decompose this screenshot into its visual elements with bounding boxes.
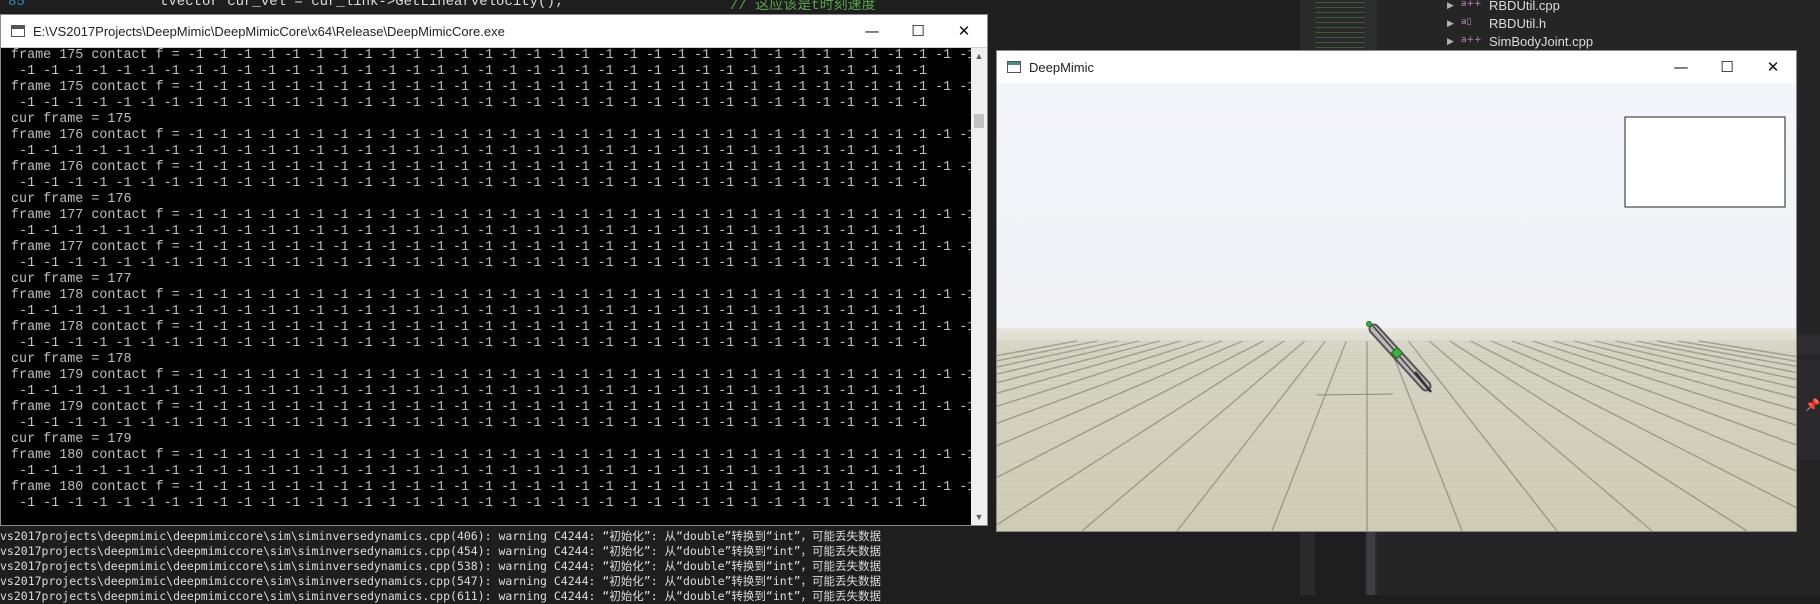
pin-icon[interactable]: 📌: [1805, 398, 1820, 412]
console-line: -1 -1 -1 -1 -1 -1 -1 -1 -1 -1 -1 -1 -1 -…: [11, 464, 928, 479]
console-line: cur frame = 177: [11, 272, 132, 287]
console-line: frame 175 contact f = -1 -1 -1 -1 -1 -1 …: [11, 48, 976, 63]
cpp-file-icon: a++: [1461, 0, 1482, 9]
deepmimic-app-icon: [1007, 61, 1021, 73]
minimap-inset: [1624, 116, 1786, 208]
console-line: frame 175 contact f = -1 -1 -1 -1 -1 -1 …: [11, 80, 976, 95]
console-title: E:\VS2017Projects\DeepMimic\DeepMimicCor…: [33, 23, 505, 39]
console-line: frame 180 contact f = -1 -1 -1 -1 -1 -1 …: [11, 480, 976, 495]
simulation-viewport[interactable]: [997, 83, 1796, 531]
deepmimic-titlebar[interactable]: DeepMimic — ☐ ✕: [997, 51, 1796, 83]
console-output[interactable]: frame 175 contact f = -1 -1 -1 -1 -1 -1 …: [1, 48, 983, 525]
maximize-button[interactable]: ☐: [895, 15, 941, 47]
console-line: cur frame = 176: [11, 192, 132, 207]
console-app-icon: [11, 25, 25, 37]
solution-item[interactable]: ▶ a▯ RBDUtil.h: [1447, 14, 1546, 32]
console-line: cur frame = 178: [11, 352, 132, 367]
header-file-icon: a▯: [1461, 17, 1472, 27]
console-line: frame 177 contact f = -1 -1 -1 -1 -1 -1 …: [11, 208, 976, 223]
scroll-thumb[interactable]: [974, 114, 984, 128]
console-line: -1 -1 -1 -1 -1 -1 -1 -1 -1 -1 -1 -1 -1 -…: [11, 176, 928, 191]
console-line: frame 176 contact f = -1 -1 -1 -1 -1 -1 …: [11, 160, 976, 175]
output-line: vs2017projects\deepmimic\deepmimiccore\s…: [0, 559, 882, 573]
deepmimic-window: DeepMimic — ☐ ✕: [996, 50, 1797, 532]
solution-item-label: SimBodyJoint.cpp: [1489, 33, 1594, 49]
close-button[interactable]: ✕: [941, 15, 987, 47]
console-line: frame 179 contact f = -1 -1 -1 -1 -1 -1 …: [11, 368, 976, 383]
close-button[interactable]: ✕: [1750, 51, 1796, 83]
console-line: -1 -1 -1 -1 -1 -1 -1 -1 -1 -1 -1 -1 -1 -…: [11, 496, 928, 511]
console-line: frame 178 contact f = -1 -1 -1 -1 -1 -1 …: [11, 288, 976, 303]
solution-item[interactable]: ▶ a++ SimBodyJoint.cpp: [1447, 32, 1593, 50]
cpp-file-icon: a++: [1461, 35, 1482, 45]
expand-triangle-icon[interactable]: ▶: [1447, 36, 1455, 47]
output-line: vs2017projects\deepmimic\deepmimiccore\s…: [0, 544, 882, 558]
expand-triangle-icon[interactable]: ▶: [1447, 18, 1455, 29]
console-titlebar[interactable]: E:\VS2017Projects\DeepMimic\DeepMimicCor…: [1, 15, 987, 48]
console-line: frame 179 contact f = -1 -1 -1 -1 -1 -1 …: [11, 400, 976, 415]
line-number: 85: [8, 0, 25, 10]
solution-item-label: RBDUtil.h: [1489, 15, 1547, 31]
output-line: vs2017projects\deepmimic\deepmimiccore\s…: [0, 529, 882, 543]
console-line: -1 -1 -1 -1 -1 -1 -1 -1 -1 -1 -1 -1 -1 -…: [11, 224, 928, 239]
console-line: frame 180 contact f = -1 -1 -1 -1 -1 -1 …: [11, 448, 976, 463]
console-line: -1 -1 -1 -1 -1 -1 -1 -1 -1 -1 -1 -1 -1 -…: [11, 144, 928, 159]
console-window: E:\VS2017Projects\DeepMimic\DeepMimicCor…: [0, 14, 988, 526]
console-line: -1 -1 -1 -1 -1 -1 -1 -1 -1 -1 -1 -1 -1 -…: [11, 304, 928, 319]
console-line: frame 177 contact f = -1 -1 -1 -1 -1 -1 …: [11, 240, 976, 255]
console-line: -1 -1 -1 -1 -1 -1 -1 -1 -1 -1 -1 -1 -1 -…: [11, 384, 928, 399]
console-line: -1 -1 -1 -1 -1 -1 -1 -1 -1 -1 -1 -1 -1 -…: [11, 336, 928, 351]
console-line: frame 178 contact f = -1 -1 -1 -1 -1 -1 …: [11, 320, 976, 335]
solution-item[interactable]: ▶ a++ RBDUtil.cpp: [1447, 0, 1560, 14]
code-comment: // 这应该是t时刻速度: [730, 0, 876, 12]
output-line: vs2017projects\deepmimic\deepmimiccore\s…: [0, 574, 882, 588]
console-line: cur frame = 179: [11, 432, 132, 447]
console-line: -1 -1 -1 -1 -1 -1 -1 -1 -1 -1 -1 -1 -1 -…: [11, 416, 928, 431]
deepmimic-title: DeepMimic: [1029, 59, 1095, 75]
code-line: tVector cur_vel = cur_link->GetLinearVel…: [160, 0, 564, 10]
console-line: -1 -1 -1 -1 -1 -1 -1 -1 -1 -1 -1 -1 -1 -…: [11, 256, 928, 271]
console-line: -1 -1 -1 -1 -1 -1 -1 -1 -1 -1 -1 -1 -1 -…: [11, 96, 928, 111]
minimize-button[interactable]: —: [1658, 51, 1704, 83]
maximize-button[interactable]: ☐: [1704, 51, 1750, 83]
output-window[interactable]: vs2017projects\deepmimic\deepmimiccore\s…: [0, 524, 1300, 603]
expand-triangle-icon[interactable]: ▶: [1447, 0, 1455, 11]
console-scrollbar[interactable]: ▲ ▼: [971, 48, 987, 525]
scroll-down-icon[interactable]: ▼: [971, 509, 987, 525]
console-line: frame 176 contact f = -1 -1 -1 -1 -1 -1 …: [11, 128, 976, 143]
code-editor[interactable]: 85 tVector cur_vel = cur_link->GetLinear…: [0, 0, 1300, 12]
output-line: vs2017projects\deepmimic\deepmimiccore\s…: [0, 589, 882, 603]
scroll-up-icon[interactable]: ▲: [971, 48, 987, 64]
console-line: cur frame = 175: [11, 112, 132, 127]
solution-item-label: RBDUtil.cpp: [1489, 0, 1560, 13]
head-marker: [1366, 321, 1372, 327]
console-line: -1 -1 -1 -1 -1 -1 -1 -1 -1 -1 -1 -1 -1 -…: [11, 64, 928, 79]
minimize-button[interactable]: —: [849, 15, 895, 47]
